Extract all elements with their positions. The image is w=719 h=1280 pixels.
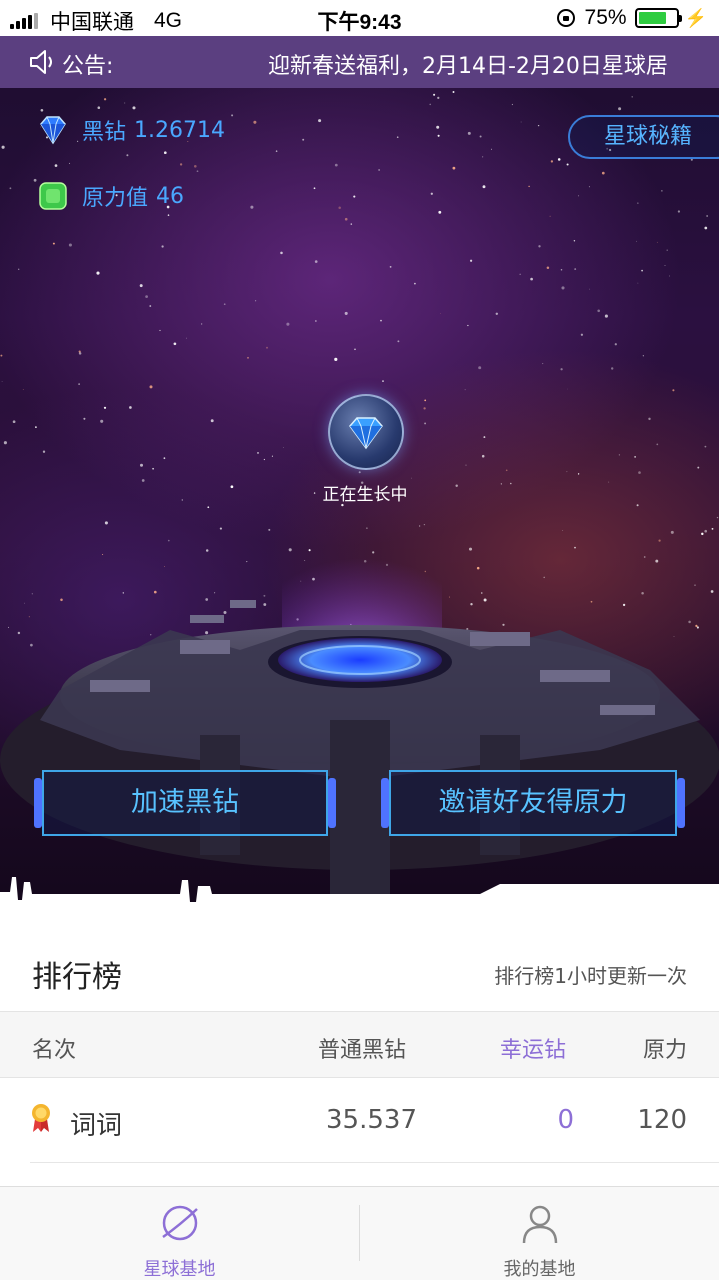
black-diamond-label: 黑钻 <box>82 120 127 145</box>
rank-user-name: 词词 <box>70 1111 123 1141</box>
blue-diamond-icon <box>40 116 66 145</box>
speaker-icon <box>30 50 52 74</box>
user-icon <box>522 1205 558 1244</box>
force-value: 46 <box>156 183 185 209</box>
planet-icon <box>162 1205 198 1241</box>
speed-up-diamond-button[interactable]: 加速黑钻 <box>34 770 336 836</box>
invite-friends-button[interactable]: 邀请好友得原力 <box>381 770 685 836</box>
status-bar: 中国联通 4G 下午9:43 75% ⚡ <box>0 0 719 36</box>
black-diamond-value: 1.26714 <box>134 117 225 143</box>
column-rank: 名次 <box>32 1038 77 1063</box>
ranking-column-headers: 名次 普通黑钻 幸运钻 原力 <box>0 1011 719 1078</box>
diamond-orb-icon[interactable] <box>328 394 404 470</box>
growing-status-label: 正在生长中 <box>322 485 408 505</box>
black-diamond-balance: 黑钻 1.26714 <box>36 114 225 146</box>
tab-my-base-label: 我的基地 <box>503 1259 576 1280</box>
force-label: 原力值 <box>82 186 149 211</box>
announcement-label: 公告: <box>62 54 114 79</box>
space-scene: 黑钻 1.26714 原力值 46 星球秘籍 正在生长中 加速黑钻 邀请好友得原… <box>0 0 719 905</box>
rank-normal-value: 35.537 <box>326 1105 417 1135</box>
column-normal-diamond: 普通黑钻 <box>318 1038 407 1063</box>
torn-edge-divider <box>0 877 719 905</box>
tab-planet-base-label: 星球基地 <box>143 1259 216 1280</box>
force-balance: 原力值 46 <box>36 180 184 212</box>
tab-planet-base[interactable]: 星球基地 <box>0 1187 359 1280</box>
rank-force-value: 120 <box>637 1105 687 1135</box>
battery-percent: 75% <box>584 6 627 29</box>
column-force: 原力 <box>642 1038 687 1063</box>
rotation-lock-icon <box>556 9 575 27</box>
ranking-update-note: 排行榜1小时更新一次 <box>494 964 687 988</box>
planet-secrets-button[interactable]: 星球秘籍 <box>568 115 719 159</box>
gold-medal-icon <box>32 1104 50 1132</box>
announcement-text: 迎新春送福利，2月14日-2月20日星球居 <box>268 54 668 79</box>
battery-icon <box>634 8 682 28</box>
green-gem-icon <box>39 182 67 210</box>
tab-my-base[interactable]: 我的基地 <box>360 1187 719 1280</box>
announcement-bar[interactable]: 公告: 迎新春送福利，2月14日-2月20日星球居 <box>0 36 719 88</box>
ranking-title: 排行榜 <box>32 960 122 995</box>
rank-lucky-value: 0 <box>557 1105 574 1135</box>
bottom-tab-bar: 星球基地 我的基地 <box>0 1186 719 1280</box>
ranking-header: 排行榜 排行榜1小时更新一次 <box>0 930 719 1010</box>
charging-icon: ⚡ <box>684 7 707 28</box>
row-divider <box>30 1162 719 1163</box>
column-lucky-diamond: 幸运钻 <box>500 1038 567 1063</box>
space-station-illustration <box>0 530 719 905</box>
table-row[interactable]: 词词 35.537 0 120 <box>0 1079 719 1163</box>
